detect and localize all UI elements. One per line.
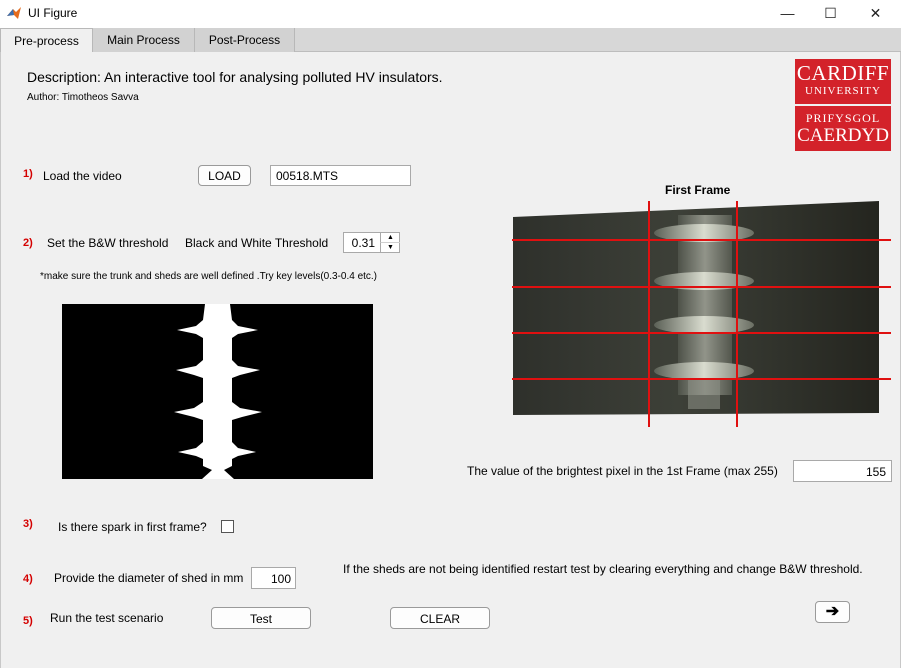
logo-line-4: CAERDYD [797, 125, 889, 146]
maximize-button[interactable]: ☐ [808, 0, 853, 26]
step-1-label: Load the video [43, 169, 122, 183]
first-frame-title: First Frame [665, 183, 731, 197]
matlab-icon [6, 5, 22, 21]
threshold-field-label: Black and White Threshold [185, 236, 329, 250]
step-4-label: Provide the diameter of shed in mm [54, 571, 244, 585]
first-frame-image [512, 201, 891, 427]
brightest-pixel-label: The value of the brightest pixel in the … [467, 464, 778, 478]
step-2-number: 2) [23, 237, 33, 249]
step-5-label: Run the test scenario [50, 611, 164, 625]
threshold-spinner[interactable]: 0.31 ▲ ▼ [343, 232, 400, 253]
title-bar: UI Figure — ☐ ✕ [0, 0, 901, 27]
bw-threshold-preview [62, 304, 373, 479]
restart-note: If the sheds are not being identified re… [343, 562, 863, 576]
step-3-number: 3) [23, 518, 33, 530]
minimize-button[interactable]: — [765, 0, 810, 26]
step-4-number: 4) [23, 573, 33, 585]
threshold-hint: *make sure the trunk and sheds are well … [40, 271, 378, 282]
close-button[interactable]: ✕ [853, 0, 898, 26]
logo-line-1: CARDIFF [796, 61, 890, 85]
video-file-field[interactable]: 00518.MTS [270, 165, 411, 186]
spark-checkbox[interactable] [221, 520, 234, 533]
spinner-up-icon[interactable]: ▲ [380, 233, 400, 243]
logo-line-2: UNIVERSITY [805, 85, 881, 97]
cardiff-university-logo: CARDIFF UNIVERSITY [795, 59, 891, 104]
threshold-value[interactable]: 0.31 [352, 236, 375, 250]
step-3-label: Is there spark in first frame? [58, 520, 207, 534]
window-title: UI Figure [28, 6, 78, 20]
brightest-pixel-field[interactable]: 155 [793, 460, 892, 482]
logo-line-3: PRIFYSGOL [805, 111, 881, 125]
shed-diameter-field[interactable]: 100 [251, 567, 296, 589]
step-2-label: Set the B&W threshold [47, 236, 169, 250]
test-button[interactable]: Test [211, 607, 311, 629]
tab-post-process[interactable]: Post-Process [195, 28, 295, 52]
tab-main-process[interactable]: Main Process [93, 28, 195, 52]
next-arrow-button[interactable]: ➔ [815, 601, 850, 623]
step-1-number: 1) [23, 168, 33, 180]
pre-process-panel: Description: An interactive tool for ana… [0, 52, 901, 668]
spinner-down-icon[interactable]: ▼ [380, 243, 400, 253]
author-text: Author: Timotheos Savva [27, 92, 139, 103]
tab-pre-process[interactable]: Pre-process [0, 28, 93, 53]
step-5-number: 5) [23, 615, 33, 627]
clear-button[interactable]: CLEAR [390, 607, 490, 629]
description-text: Description: An interactive tool for ana… [27, 69, 443, 85]
tab-strip: Pre-process Main Process Post-Process [0, 28, 901, 53]
prifysgol-caerdydd-logo: PRIFYSGOL CAERDYD [795, 106, 891, 151]
load-button[interactable]: LOAD [198, 165, 251, 186]
